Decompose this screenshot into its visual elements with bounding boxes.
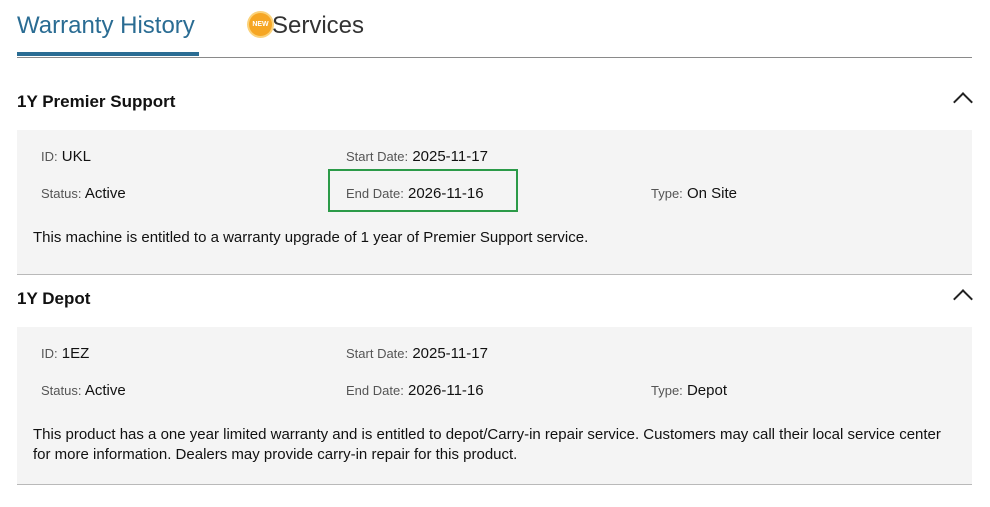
chevron-up-icon[interactable]	[953, 92, 973, 112]
start-date-field: Start Date: 2025-11-17	[346, 148, 488, 165]
status-field: Status: Active	[41, 185, 126, 202]
warranty-section-header[interactable]: 1Y Depot	[17, 277, 973, 321]
id-label: ID:	[41, 346, 58, 361]
status-value: Active	[84, 382, 126, 399]
start-date-field: Start Date: 2025-11-17	[346, 345, 488, 362]
warranty-section-header[interactable]: 1Y Premier Support	[17, 80, 973, 124]
warranty-title: 1Y Premier Support	[17, 92, 176, 111]
type-field: Type: On Site	[651, 185, 737, 202]
warranty-description: This machine is entitled to a warranty u…	[33, 229, 589, 246]
type-label: Type:	[651, 383, 683, 398]
start-date-value: 2025-11-17	[412, 148, 488, 165]
warranty-section-depot: 1Y Depot ID: 1EZ Start Date: 2025-11-17 …	[17, 277, 973, 485]
id-label: ID:	[41, 149, 58, 164]
type-field: Type: Depot	[651, 382, 727, 399]
end-date-label: End Date:	[346, 383, 404, 398]
tab-bar: Warranty History NEW Services	[17, 0, 972, 58]
chevron-up-icon[interactable]	[953, 289, 973, 309]
start-date-label: Start Date:	[346, 149, 409, 164]
end-date-value: 2026-11-16	[408, 382, 484, 399]
status-field: Status: Active	[41, 382, 126, 399]
type-label: Type:	[651, 186, 683, 201]
warranty-section-premier: 1Y Premier Support ID: UKL Start Date: 2…	[17, 80, 973, 275]
end-date-field: End Date: 2026-11-16	[346, 185, 484, 202]
status-label: Status:	[41, 186, 82, 201]
status-value: Active	[84, 185, 126, 202]
warranty-details: ID: UKL Start Date: 2025-11-17 Status: A…	[17, 130, 972, 275]
type-value: On Site	[686, 185, 737, 202]
id-field: ID: UKL	[41, 148, 91, 165]
status-label: Status:	[41, 383, 82, 398]
start-date-label: Start Date:	[346, 346, 409, 361]
id-value: 1EZ	[61, 345, 90, 362]
tab-services[interactable]: NEW Services	[249, 0, 364, 56]
id-field: ID: 1EZ	[41, 345, 89, 362]
end-date-field: End Date: 2026-11-16	[346, 382, 484, 399]
id-value: UKL	[61, 148, 91, 165]
new-badge-icon: NEW	[249, 13, 272, 37]
tab-warranty-history[interactable]: Warranty History	[17, 0, 199, 56]
warranty-title: 1Y Depot	[17, 289, 91, 308]
start-date-value: 2025-11-17	[412, 345, 488, 362]
tab-services-label: Services	[272, 12, 365, 39]
warranty-details: ID: 1EZ Start Date: 2025-11-17 Status: A…	[17, 327, 972, 485]
warranty-description: This product has a one year limited warr…	[33, 426, 941, 463]
type-value: Depot	[686, 382, 727, 399]
end-date-value: 2026-11-16	[408, 185, 484, 202]
end-date-label: End Date:	[346, 186, 404, 201]
